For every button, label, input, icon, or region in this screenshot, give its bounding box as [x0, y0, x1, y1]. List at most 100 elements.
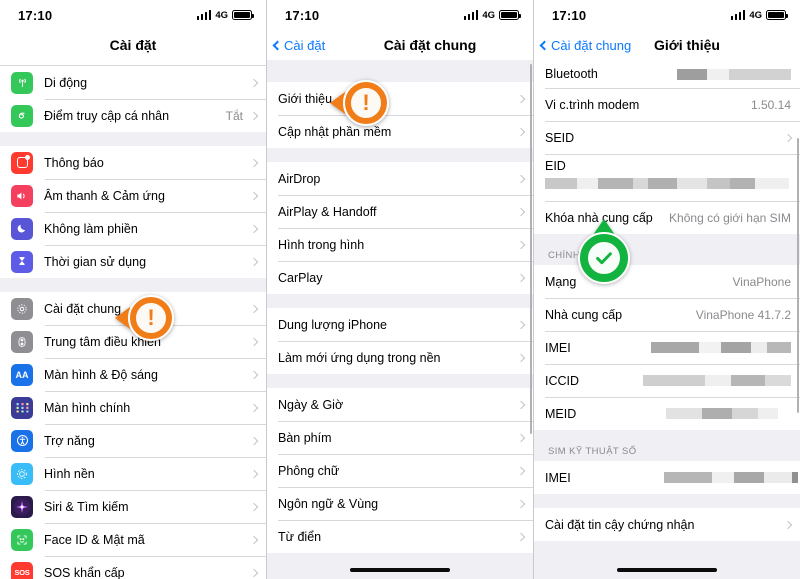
page-title: Giới thiệu: [654, 37, 720, 53]
group-separator: [0, 278, 266, 292]
group-separator: [0, 132, 266, 146]
row-value: 1.50.14: [750, 97, 791, 112]
sidebar-item-notifications[interactable]: Thông báo: [0, 146, 266, 179]
sidebar-item-home-screen[interactable]: Màn hình chính: [0, 391, 266, 424]
row-carrier: Nhà cung cấp VinaPhone 41.7.2: [534, 298, 800, 331]
general-group-about: Giới thiệu Cập nhật phần mềm: [267, 82, 533, 148]
status-indicators: 4G: [196, 10, 254, 21]
settings-list-1[interactable]: Di động Điểm truy cập cá nhân Tắt Thông …: [0, 60, 266, 579]
row-airplay-handoff[interactable]: AirPlay & Handoff: [267, 195, 533, 228]
callout-badge-network: [578, 219, 630, 284]
back-button[interactable]: Cài đặt: [272, 37, 326, 53]
row-iphone-storage[interactable]: Dung lượng iPhone: [267, 308, 533, 341]
status-time: 17:10: [18, 7, 53, 23]
sidebar-item-label: Âm thanh & Cảm ứng: [44, 188, 165, 203]
cellular-bars-icon: [463, 10, 479, 20]
chevron-right-icon: [249, 535, 259, 544]
sidebar-item-emergency-sos[interactable]: SOS SOS khẩn cấp: [0, 556, 266, 579]
sidebar-item-siri-search[interactable]: Siri & Tìm kiếm: [0, 490, 266, 523]
chevron-right-icon: [516, 174, 526, 183]
status-indicators: 4G: [463, 10, 521, 21]
about-group-certificates: Cài đặt tin cậy chứng nhận: [534, 508, 800, 541]
row-picture-in-picture[interactable]: Hình trong hình: [267, 228, 533, 261]
chevron-left-icon: [272, 40, 283, 50]
status-time: 17:10: [285, 7, 320, 23]
scrollbar-indicator[interactable]: [796, 138, 799, 413]
row-modem-firmware: Vi c.trình modem 1.50.14: [534, 88, 800, 121]
row-eid: EID: [534, 154, 800, 201]
sidebar-item-screen-time[interactable]: Thời gian sử dụng: [0, 245, 266, 278]
nav-bar-3: Cài đặt chung Giới thiệu: [534, 30, 800, 60]
sidebar-item-accessibility[interactable]: Trợ năng: [0, 424, 266, 457]
sidebar-item-hotspot[interactable]: Điểm truy cập cá nhân Tắt: [0, 99, 266, 132]
row-meid: MEID: [534, 397, 800, 430]
status-bar-3: 17:10 4G: [534, 0, 800, 30]
chevron-right-icon: [783, 520, 793, 529]
chevron-right-icon: [516, 127, 526, 136]
sidebar-item-do-not-disturb[interactable]: Không làm phiền: [0, 212, 266, 245]
gear-icon: [11, 297, 33, 320]
row-language-region[interactable]: Ngôn ngữ & Vùng: [267, 487, 533, 520]
general-group-storage: Dung lượng iPhone Làm mới ứng dụng trong…: [267, 308, 533, 374]
phone-screen-settings: 17:10 4G Cài đặt Di động Điểm truy cập c…: [0, 0, 267, 579]
phone-screen-general: 17:10 4G Cài đặt Cài đặt chung Giới thiệ…: [267, 0, 534, 579]
cellular-bars-icon: [196, 10, 212, 20]
sidebar-item-mobile[interactable]: Di động: [0, 66, 266, 99]
sidebar-item-wallpaper[interactable]: Hình nền: [0, 457, 266, 490]
scrollbar-indicator[interactable]: [529, 64, 532, 434]
sidebar-item-face-id[interactable]: Face ID & Mật mã: [0, 523, 266, 556]
row-label: MEID: [545, 406, 577, 421]
battery-icon: [232, 10, 254, 20]
sidebar-item-label: Thời gian sử dụng: [44, 254, 147, 269]
redacted-value: [643, 375, 791, 386]
row-label: IMEI: [545, 340, 571, 355]
about-group-esim: IMEI: [534, 461, 800, 494]
row-keyboard[interactable]: Bàn phím: [267, 421, 533, 454]
sidebar-item-label: Không làm phiền: [44, 221, 138, 236]
home-screen-icon: [11, 396, 33, 419]
battery-icon: [766, 10, 788, 20]
sidebar-item-display-brightness[interactable]: AA Màn hình & Độ sáng: [0, 358, 266, 391]
row-label: Dung lượng iPhone: [278, 317, 387, 332]
network-type-label: 4G: [749, 9, 762, 21]
chevron-right-icon: [249, 568, 259, 577]
hotspot-icon: [11, 104, 33, 127]
sidebar-item-label: Di động: [44, 75, 88, 90]
row-label: CarPlay: [278, 270, 323, 285]
redacted-value: [545, 178, 789, 189]
row-dictionary[interactable]: Từ điển: [267, 520, 533, 553]
sidebar-item-sounds[interactable]: Âm thanh & Cảm ứng: [0, 179, 266, 212]
settings-list-2[interactable]: Giới thiệu Cập nhật phần mềm AirDrop Air…: [267, 60, 533, 579]
about-list[interactable]: Bluetooth Vi c.trình modem 1.50.14 SEID …: [534, 60, 800, 579]
row-about[interactable]: Giới thiệu: [267, 82, 533, 115]
exclamation-icon: !: [349, 86, 383, 120]
row-background-app-refresh[interactable]: Làm mới ứng dụng trong nền: [267, 341, 533, 374]
row-software-update[interactable]: Cập nhật phần mềm: [267, 115, 533, 148]
row-date-time[interactable]: Ngày & Giờ: [267, 388, 533, 421]
phone-screen-about: 17:10 4G Cài đặt chung Giới thiệu Blueto…: [534, 0, 800, 579]
row-airdrop[interactable]: AirDrop: [267, 162, 533, 195]
chevron-right-icon: [249, 191, 259, 200]
row-fonts[interactable]: Phông chữ: [267, 454, 533, 487]
row-seid[interactable]: SEID: [534, 121, 800, 154]
row-value: VinaPhone: [732, 274, 792, 289]
row-network: Mạng VinaPhone: [534, 265, 800, 298]
callout-disk: [578, 232, 630, 284]
about-group-device: Bluetooth Vi c.trình modem 1.50.14 SEID …: [534, 60, 800, 234]
chevron-right-icon: [516, 400, 526, 409]
cellular-icon: [11, 71, 33, 94]
sidebar-item-label: Trợ năng: [44, 433, 95, 448]
callout-disk: !: [128, 295, 174, 341]
home-indicator: [350, 568, 450, 572]
group-separator: [267, 294, 533, 308]
row-certificate-trust-settings[interactable]: Cài đặt tin cậy chứng nhận: [534, 508, 800, 541]
back-button-label: Cài đặt: [284, 37, 326, 53]
row-value: VinaPhone 41.7.2: [695, 307, 791, 322]
control-center-icon: [11, 330, 33, 353]
back-button[interactable]: Cài đặt chung: [539, 38, 631, 53]
section-header-main-wrap: CHÍNH: [534, 234, 800, 265]
chevron-right-icon: [249, 469, 259, 478]
row-carplay[interactable]: CarPlay: [267, 261, 533, 294]
settings-group-alerts: Thông báo Âm thanh & Cảm ứng Không làm p…: [0, 146, 266, 278]
status-indicators: 4G: [730, 9, 788, 21]
